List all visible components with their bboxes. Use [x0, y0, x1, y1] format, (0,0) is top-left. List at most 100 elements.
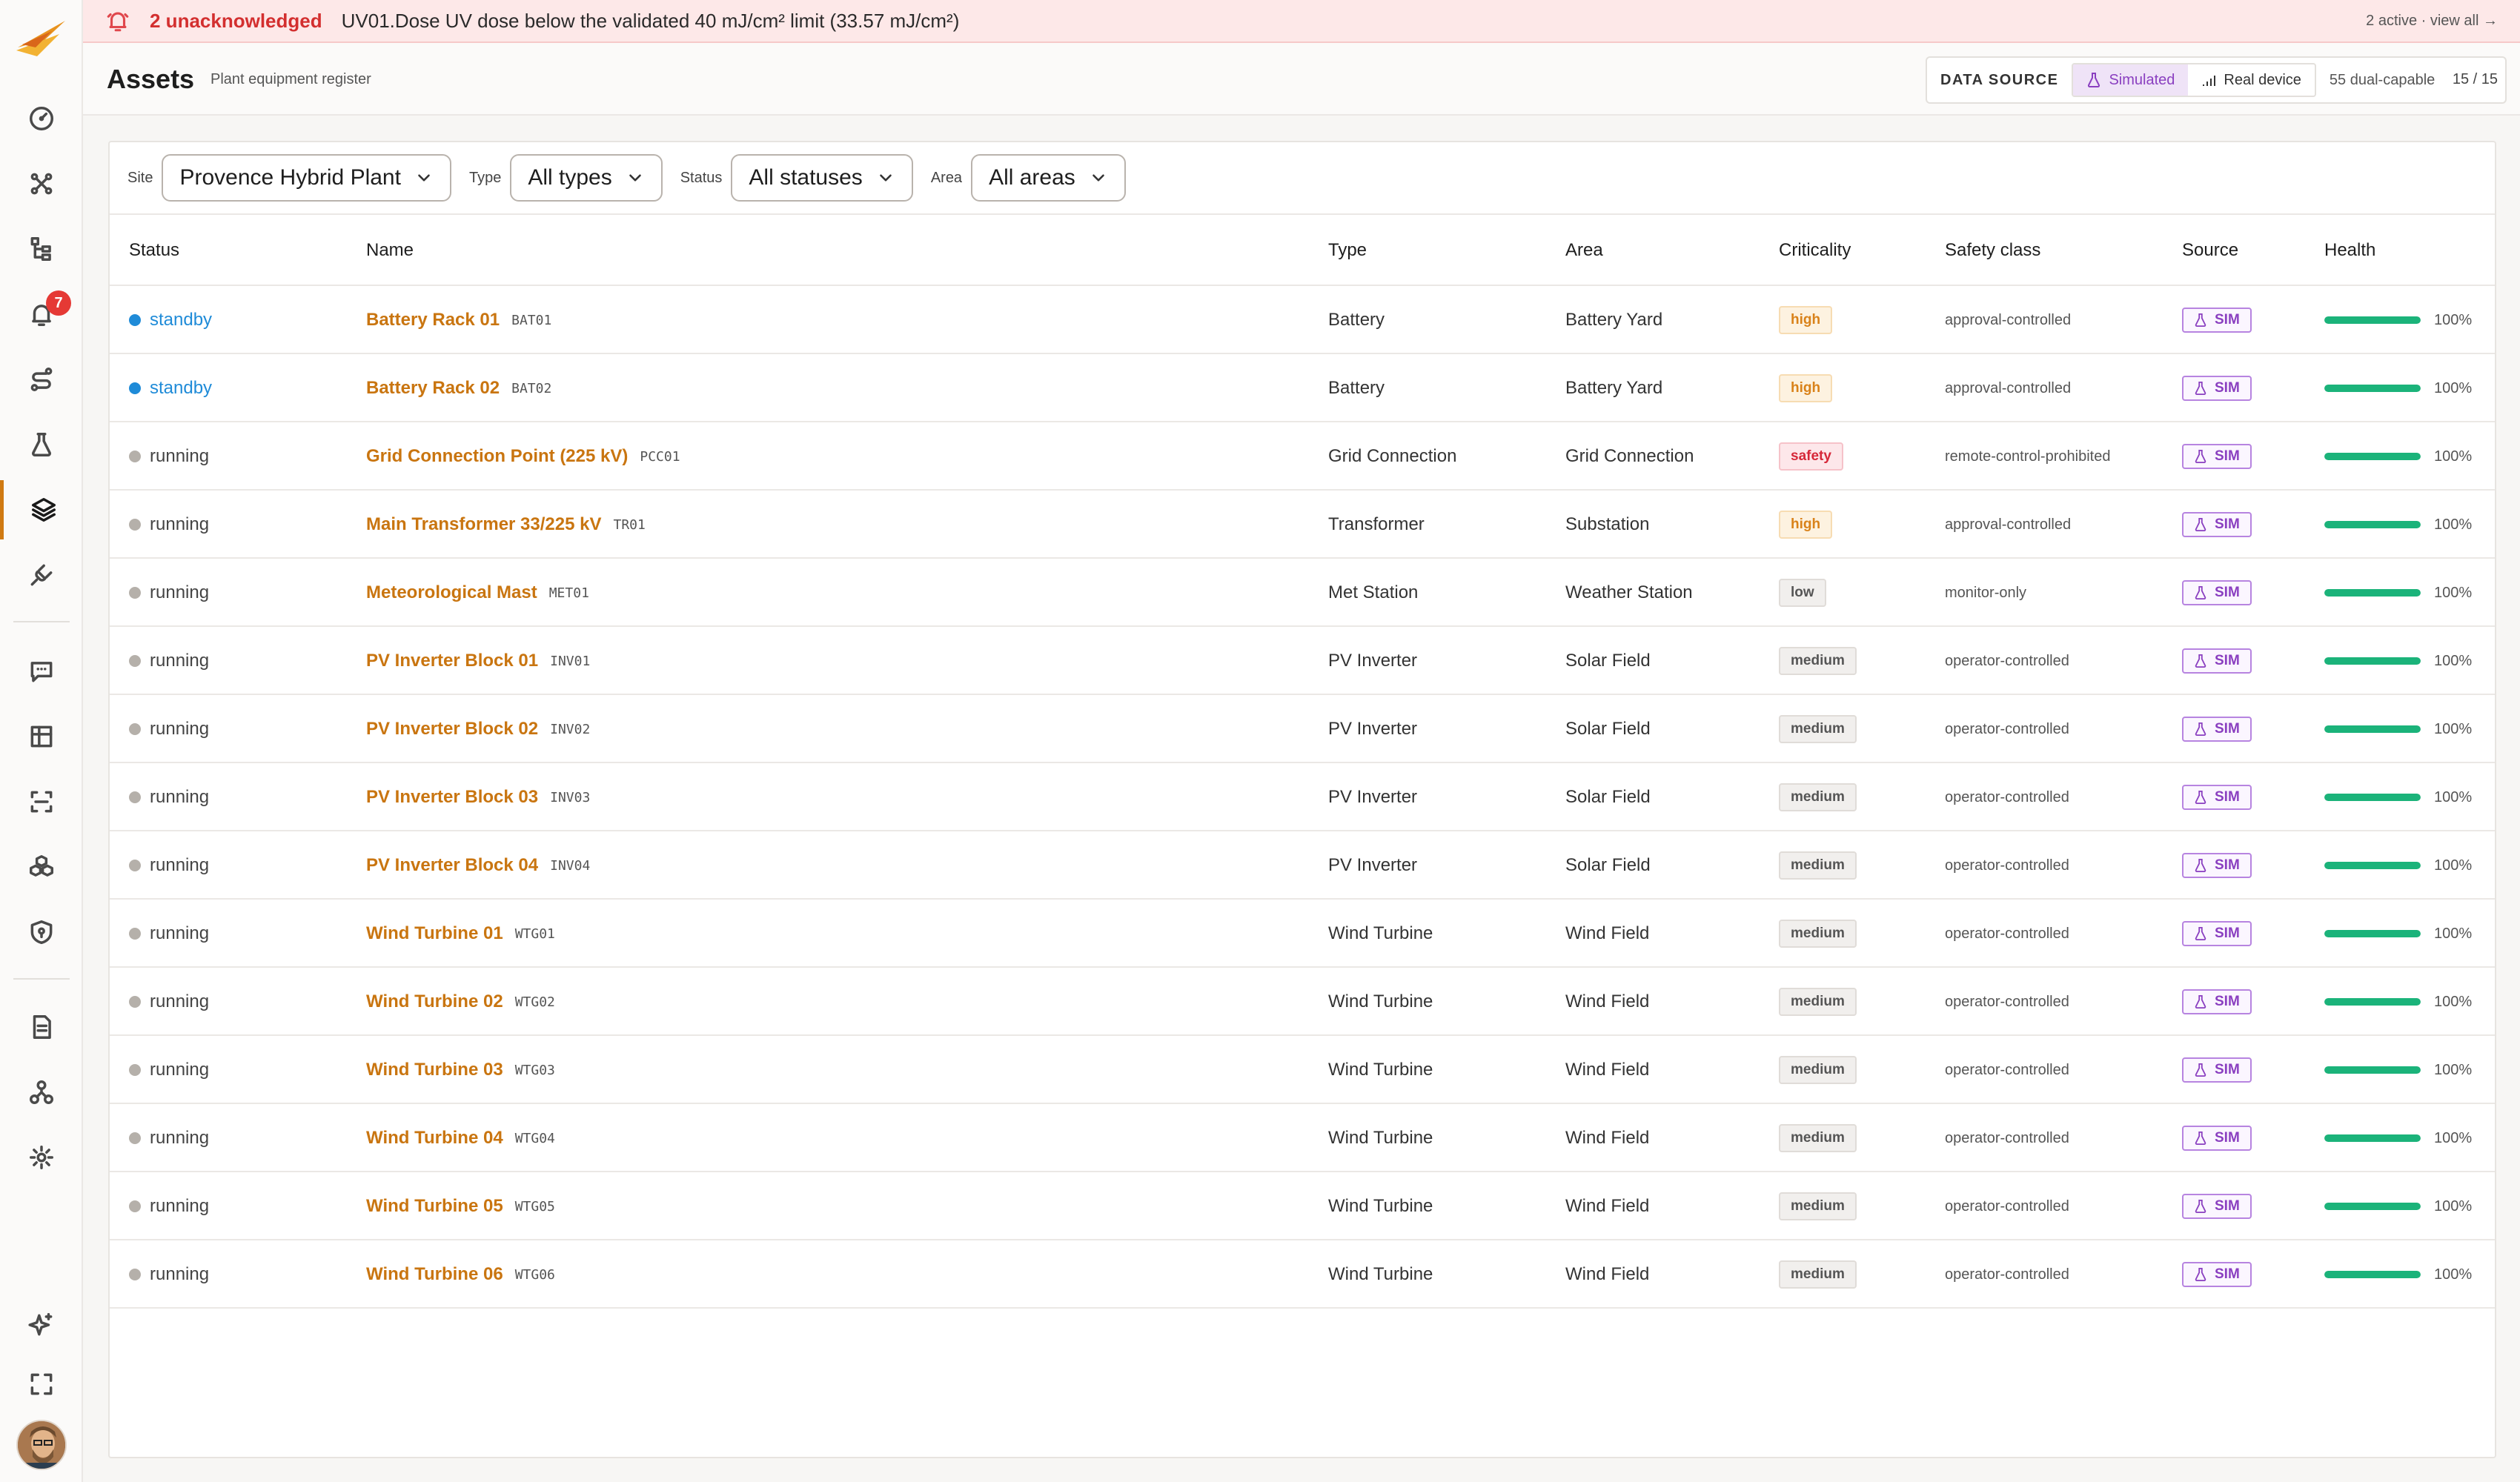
health-bar	[2324, 998, 2421, 1006]
name-cell: Main Transformer 33/225 kV TR01	[366, 491, 646, 559]
safety-class-text: remote-control-prohibited	[1945, 448, 2111, 465]
simulated-option[interactable]: Simulated	[2073, 64, 2189, 96]
table-row[interactable]: running Wind Turbine 04 WTG04 Wind Turbi…	[110, 1104, 2495, 1172]
asset-name-link[interactable]: Wind Turbine 04	[366, 1128, 503, 1149]
column-header-criticality[interactable]: Criticality	[1779, 240, 1851, 261]
nav-documents[interactable]	[0, 997, 83, 1057]
asset-name-link[interactable]: PV Inverter Block 03	[366, 787, 538, 808]
nav-scan[interactable]	[0, 772, 83, 831]
asset-name-link[interactable]: Battery Rack 01	[366, 310, 500, 330]
nav-ai-assistant[interactable]	[0, 1295, 83, 1355]
nav-integrations[interactable]	[0, 545, 83, 605]
table-row[interactable]: running Wind Turbine 01 WTG01 Wind Turbi…	[110, 900, 2495, 968]
table-row[interactable]: running Wind Turbine 05 WTG05 Wind Turbi…	[110, 1172, 2495, 1240]
nav-hierarchy[interactable]	[0, 219, 83, 279]
asset-code: BAT01	[511, 312, 552, 328]
status-select[interactable]: All statuses	[731, 154, 913, 202]
chevron-down-icon	[880, 174, 892, 182]
asset-name-link[interactable]: Grid Connection Point (225 kV)	[366, 446, 628, 467]
table-row[interactable]: running PV Inverter Block 01 INV01 PV In…	[110, 627, 2495, 695]
column-header-name[interactable]: Name	[366, 240, 414, 261]
nav-organization[interactable]	[0, 1063, 83, 1122]
asset-name-link[interactable]: Wind Turbine 02	[366, 991, 503, 1012]
health-percent: 100%	[2434, 1061, 2473, 1078]
alert-banner[interactable]: 2 unacknowledged UV01.Dose UV dose below…	[83, 0, 2520, 43]
asset-name-link[interactable]: Meteorological Mast	[366, 582, 537, 603]
table-row[interactable]: standby Battery Rack 02 BAT02 Battery Ba…	[110, 354, 2495, 422]
asset-name-link[interactable]: Wind Turbine 06	[366, 1264, 503, 1285]
table-row[interactable]: running Main Transformer 33/225 kV TR01 …	[110, 491, 2495, 559]
table-row[interactable]: running Wind Turbine 02 WTG02 Wind Turbi…	[110, 968, 2495, 1036]
safety-class-cell: approval-controlled	[1945, 354, 2071, 422]
asset-name-link[interactable]: PV Inverter Block 04	[366, 855, 538, 876]
safety-class-cell: operator-controlled	[1945, 763, 2069, 831]
criticality-badge: high	[1779, 511, 1833, 539]
table-row[interactable]: running PV Inverter Block 02 INV02 PV In…	[110, 695, 2495, 763]
health-percent: 100%	[2434, 1266, 2473, 1283]
table-row[interactable]: running Wind Turbine 06 WTG06 Wind Turbi…	[110, 1240, 2495, 1309]
health-bar-fill	[2324, 794, 2421, 801]
nav-models[interactable]	[0, 837, 83, 897]
asset-name-link[interactable]: Wind Turbine 03	[366, 1060, 503, 1080]
area-select[interactable]: All areas	[971, 154, 1126, 202]
view-all-alerts-link[interactable]: 2 active · view all →	[2366, 13, 2498, 30]
column-header-status[interactable]: Status	[129, 240, 179, 261]
criticality-badge: medium	[1779, 988, 1857, 1016]
source-cell: SIM	[2182, 695, 2252, 763]
area-cell: Wind Field	[1565, 1060, 1650, 1080]
nav-settings[interactable]	[0, 1128, 83, 1187]
user-avatar[interactable]	[16, 1420, 67, 1470]
nav-chat[interactable]	[0, 642, 83, 701]
nav-lab[interactable]	[0, 415, 83, 474]
status-cell: standby	[129, 286, 212, 354]
status-dot	[129, 1132, 141, 1144]
nav-security[interactable]	[0, 903, 83, 962]
nav-dashboard[interactable]	[0, 89, 83, 148]
asset-name-link[interactable]: PV Inverter Block 01	[366, 651, 538, 671]
source-badge: SIM	[2182, 580, 2252, 605]
area-filter-label: Area	[930, 169, 963, 186]
site-select[interactable]: Provence Hybrid Plant	[162, 154, 451, 202]
health-cell: 100%	[2324, 627, 2472, 695]
source-cell: SIM	[2182, 354, 2252, 422]
type-cell: PV Inverter	[1328, 651, 1418, 671]
type-select[interactable]: All types	[510, 154, 663, 202]
nav-workflows[interactable]	[0, 350, 83, 409]
area-cell: Wind Field	[1565, 1264, 1650, 1284]
asset-name-link[interactable]: Wind Turbine 05	[366, 1196, 503, 1217]
column-header-area[interactable]: Area	[1565, 240, 1603, 261]
health-bar	[2324, 657, 2421, 665]
table-row[interactable]: running Meteorological Mast MET01 Met St…	[110, 559, 2495, 627]
table-row[interactable]: running Wind Turbine 03 WTG03 Wind Turbi…	[110, 1036, 2495, 1104]
asset-name-link[interactable]: Wind Turbine 01	[366, 923, 503, 944]
criticality-cell: medium	[1779, 1036, 1857, 1104]
health-bar	[2324, 1066, 2421, 1074]
asset-name-link[interactable]: Main Transformer 33/225 kV	[366, 514, 601, 535]
nav-alarms[interactable]: 7	[0, 285, 83, 344]
nav-tables[interactable]	[0, 707, 83, 766]
table-row[interactable]: running PV Inverter Block 04 INV04 PV In…	[110, 831, 2495, 900]
column-header-type[interactable]: Type	[1328, 240, 1367, 261]
flask-icon	[2195, 927, 2206, 940]
health-bar	[2324, 794, 2421, 801]
column-header-health[interactable]: Health	[2324, 240, 2375, 261]
asset-name-link[interactable]: Battery Rack 02	[366, 378, 500, 399]
type-cell: Battery	[1328, 310, 1385, 330]
status-cell: running	[129, 695, 209, 763]
app-logo[interactable]	[15, 18, 68, 62]
column-header-source[interactable]: Source	[2182, 240, 2238, 261]
status-text: standby	[150, 378, 213, 398]
table-row[interactable]: running PV Inverter Block 03 INV03 PV In…	[110, 763, 2495, 831]
table-row[interactable]: standby Battery Rack 01 BAT01 Battery Ba…	[110, 286, 2495, 354]
nav-fullscreen[interactable]	[0, 1355, 83, 1414]
real-device-option[interactable]: Real device	[2188, 64, 2315, 96]
asset-name-link[interactable]: PV Inverter Block 02	[366, 719, 538, 740]
table-row[interactable]: running Grid Connection Point (225 kV) P…	[110, 422, 2495, 491]
type-cell: Wind Turbine	[1328, 1060, 1433, 1080]
nav-topology[interactable]	[0, 154, 83, 213]
health-cell: 100%	[2324, 559, 2472, 627]
health-bar-fill	[2324, 385, 2421, 392]
area-cell: Substation	[1565, 514, 1650, 534]
column-header-safety-class[interactable]: Safety class	[1945, 240, 2040, 261]
nav-assets[interactable]	[0, 480, 83, 539]
